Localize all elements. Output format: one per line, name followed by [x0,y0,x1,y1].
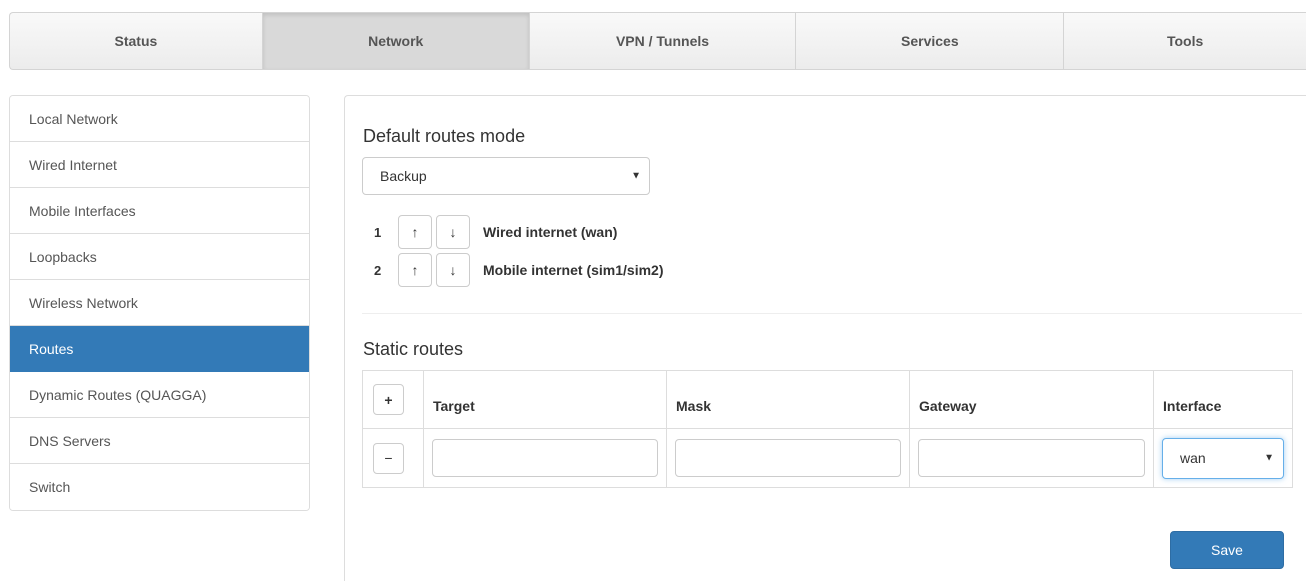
add-route-button[interactable]: + [373,384,404,415]
default-routes-title: Default routes mode [363,126,526,146]
tab-services[interactable]: Services [796,13,1065,69]
interface-cell: wan ▼ [1153,428,1293,488]
plus-icon: + [384,391,393,408]
remove-route-button[interactable]: − [373,442,404,474]
interface-select[interactable]: wan ▼ [1162,437,1284,479]
add-cell: + [362,370,424,429]
column-header-gateway: Gateway [909,370,1154,429]
minus-icon: − [384,450,393,466]
tab-status[interactable]: Status [10,13,263,69]
priority-label: Mobile internet (sim1/sim2) [483,262,664,278]
sidebar: Local Network Wired Internet Mobile Inte… [9,95,310,511]
move-down-button[interactable]: ↓ [436,253,470,287]
static-routes-table: + Target Mask Gateway Interface − wan ▼ [362,370,1293,488]
tab-tools[interactable]: Tools [1064,13,1306,69]
save-button[interactable]: Save [1170,531,1284,569]
top-nav: Status Network VPN / Tunnels Services To… [9,12,1306,70]
sidebar-item-wireless-network[interactable]: Wireless Network [10,280,309,326]
route-priority-row-1: 1 ↑ ↓ Wired internet (wan) [374,215,617,249]
tab-vpn-tunnels[interactable]: VPN / Tunnels [530,13,797,69]
priority-number: 1 [374,224,382,240]
move-up-button[interactable]: ↑ [398,253,432,287]
sidebar-item-dynamic-routes[interactable]: Dynamic Routes (QUAGGA) [10,372,309,418]
mask-cell [666,428,910,488]
remove-cell: − [362,428,424,488]
tab-network[interactable]: Network [262,13,530,69]
sidebar-item-loopbacks[interactable]: Loopbacks [10,234,309,280]
priority-label: Wired internet (wan) [483,224,618,240]
sidebar-item-dns-servers[interactable]: DNS Servers [10,418,309,464]
interface-value: wan [1180,450,1206,466]
gateway-input[interactable] [918,439,1145,477]
move-up-button[interactable]: ↑ [398,215,432,249]
move-down-button[interactable]: ↓ [436,215,470,249]
sidebar-item-switch[interactable]: Switch [10,464,309,510]
target-cell [423,428,667,488]
sidebar-item-local-network[interactable]: Local Network [10,96,309,142]
target-input[interactable] [432,439,658,477]
section-divider [362,313,1302,314]
static-routes-title: Static routes [363,339,464,359]
gateway-cell [909,428,1154,488]
default-routes-mode-select[interactable]: Backup ▼ [362,157,650,195]
default-routes-mode-value: Backup [380,168,427,184]
caret-down-icon: ▼ [631,170,641,182]
sidebar-item-wired-internet[interactable]: Wired Internet [10,142,309,188]
priority-number: 2 [374,262,382,278]
arrow-up-icon: ↑ [411,262,419,278]
route-priority-row-2: 2 ↑ ↓ Mobile internet (sim1/sim2) [374,253,663,287]
sidebar-item-mobile-interfaces[interactable]: Mobile Interfaces [10,188,309,234]
arrow-up-icon: ↑ [411,224,419,240]
sidebar-item-routes[interactable]: Routes [10,326,309,372]
column-header-target: Target [423,370,667,429]
table-row: − wan ▼ [362,428,1293,488]
column-header-interface: Interface [1153,370,1293,429]
column-header-mask: Mask [666,370,910,429]
caret-down-icon: ▼ [1264,452,1274,464]
arrow-down-icon: ↓ [449,224,457,240]
arrow-down-icon: ↓ [449,262,457,278]
mask-input[interactable] [675,439,901,477]
table-header-row: + Target Mask Gateway Interface [362,370,1293,429]
